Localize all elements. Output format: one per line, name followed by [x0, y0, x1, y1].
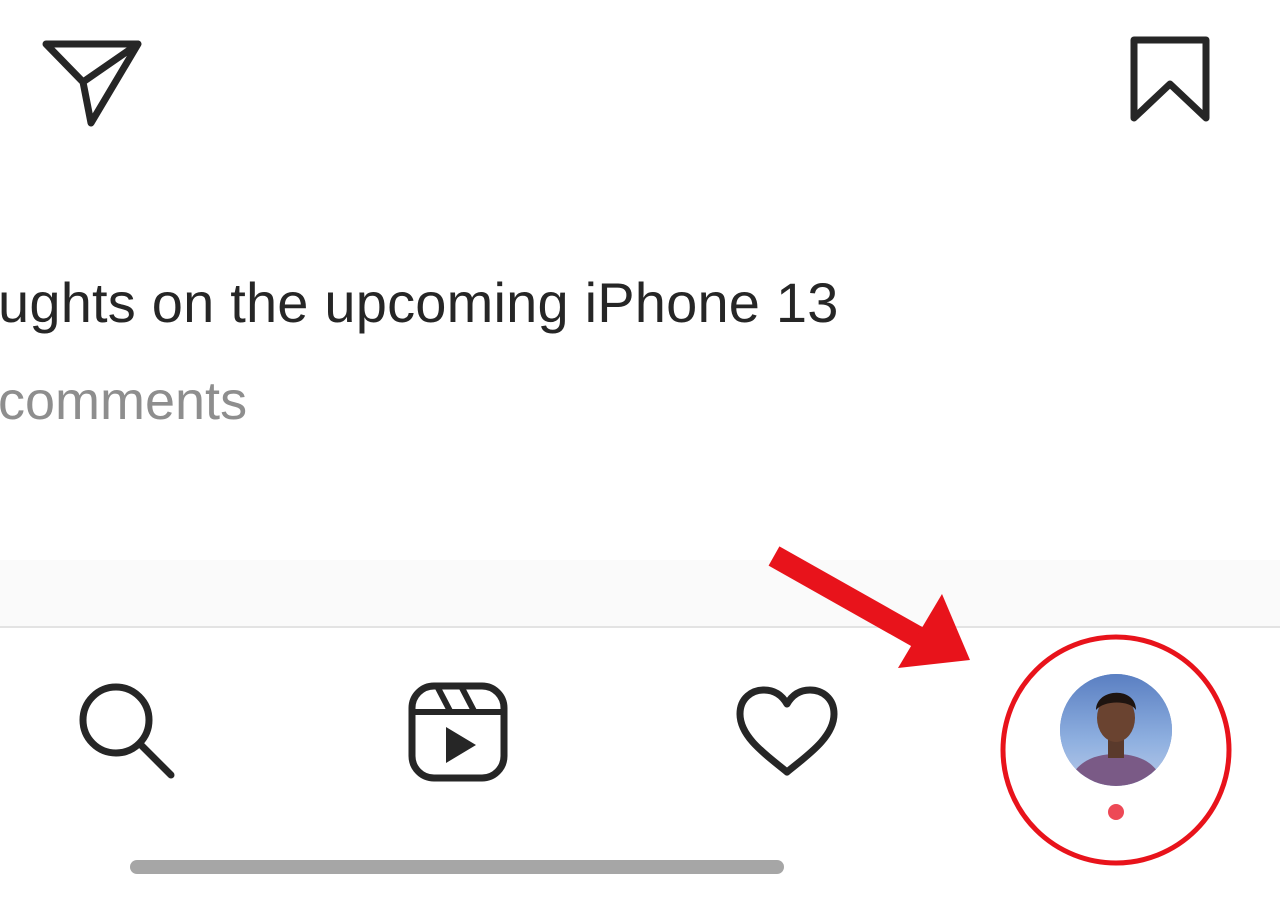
nav-activity-button[interactable]: [734, 684, 840, 780]
bookmark-icon: [1130, 36, 1210, 122]
home-indicator[interactable]: [130, 860, 784, 874]
post-caption: ughts on the upcoming iPhone 13: [0, 271, 839, 334]
view-comments-link[interactable]: comments: [0, 366, 247, 436]
nav-search-button[interactable]: [76, 680, 180, 784]
feed-separator: [0, 560, 1280, 626]
avatar: [1060, 674, 1172, 786]
save-button[interactable]: [1124, 32, 1216, 128]
reels-icon: [408, 682, 508, 782]
heart-icon: [736, 686, 838, 776]
nav-profile-button[interactable]: [1058, 674, 1174, 790]
bottom-nav: [0, 628, 1280, 902]
nav-reels-button[interactable]: [406, 680, 510, 784]
profile-notification-dot: [1108, 804, 1124, 820]
share-button[interactable]: [40, 36, 144, 132]
paper-plane-icon: [42, 40, 142, 127]
instagram-post-screen: ughts on the upcoming iPhone 13 comments: [0, 0, 1280, 902]
search-icon: [79, 683, 175, 779]
